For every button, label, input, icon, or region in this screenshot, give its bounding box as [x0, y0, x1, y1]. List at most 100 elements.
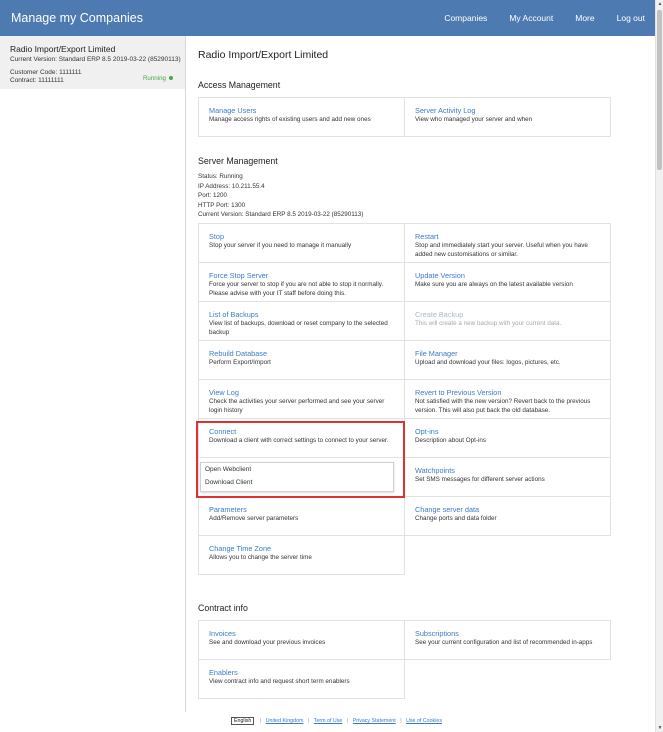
card-desc: Upload and download your files: logos, p… — [415, 359, 561, 366]
section-title-contract: Contract info — [198, 603, 248, 613]
card-force-stop-server[interactable]: Force Stop Server Force your server to s… — [198, 262, 405, 302]
card-title[interactable]: List of Backups — [209, 310, 404, 319]
card-desc: Perform Export/Import — [209, 359, 271, 366]
app-title[interactable]: Manage my Companies — [11, 11, 143, 25]
card-opt-ins[interactable]: Opt-ins Description about Opt-ins — [404, 418, 611, 458]
card-title[interactable]: Restart — [415, 232, 610, 241]
card-desc: Allows you to change the server time — [209, 554, 312, 561]
card-title[interactable]: Parameters — [209, 505, 404, 514]
card-desc: Not satisfied with the new version? Reve… — [415, 398, 591, 414]
page-scrollbar[interactable]: ▲ ▼ — [655, 0, 663, 732]
card-title[interactable]: Rebuild Database — [209, 349, 404, 358]
card-desc: Download a client with correct settings … — [209, 437, 389, 444]
card-title[interactable]: Server Activity Log — [415, 106, 610, 115]
menu-item-download-client[interactable]: Download Client — [201, 476, 393, 489]
footer-link-terms[interactable]: Term of Use — [314, 718, 343, 724]
card-desc: Set SMS messages for different server ac… — [415, 476, 545, 483]
card-title[interactable]: Invoices — [209, 629, 404, 638]
nav-my-account[interactable]: My Account — [509, 13, 553, 23]
card-server-activity-log[interactable]: Server Activity Log View who managed you… — [404, 97, 611, 137]
nav-menu: Companies My Account More Log out — [422, 0, 645, 36]
card-title[interactable]: Change server data — [415, 505, 610, 514]
card-title[interactable]: Connect — [209, 427, 404, 436]
footer-separator: | — [400, 718, 402, 724]
card-title[interactable]: Update Version — [415, 271, 610, 280]
card-title[interactable]: File Manager — [415, 349, 610, 358]
server-ip: IP Address: 10.211.55.4 — [198, 182, 265, 190]
status-badge: Running — [143, 75, 173, 82]
card-list-of-backups[interactable]: List of Backups View list of backups, do… — [198, 301, 405, 341]
card-desc: View contract info and request short ter… — [209, 678, 350, 685]
language-selector[interactable]: English — [231, 717, 255, 725]
card-desc: View who managed your server and when — [415, 116, 533, 123]
server-status: Status: Running — [198, 173, 243, 180]
card-manage-users[interactable]: Manage Users Manage access rights of exi… — [198, 97, 405, 137]
card-desc: Check the activities your server perform… — [209, 398, 385, 414]
card-title[interactable]: Enablers — [209, 668, 404, 677]
card-title[interactable]: Watchpoints — [415, 466, 610, 475]
connect-dropdown-menu: Open Webclient Download Client — [200, 462, 394, 492]
card-title[interactable]: Revert to Previous Version — [415, 388, 610, 397]
footer-separator: | — [307, 718, 310, 724]
sidebar: Radio Import/Export Limited Current Vers… — [0, 36, 186, 712]
card-title[interactable]: Opt-ins — [415, 427, 610, 436]
footer-link-privacy[interactable]: Privacy Statement — [353, 718, 396, 724]
server-version: Current Version: Standard ERP 8.5 2019-0… — [198, 211, 364, 218]
card-desc: Change ports and data folder — [415, 515, 497, 522]
menu-item-open-webclient[interactable]: Open Webclient — [201, 463, 393, 476]
card-title[interactable]: View Log — [209, 388, 404, 397]
scroll-down-icon[interactable]: ▼ — [657, 725, 663, 731]
footer-separator: | — [259, 718, 262, 724]
top-nav-bar: Manage my Companies Companies My Account… — [0, 0, 655, 36]
card-title[interactable]: Manage Users — [209, 106, 404, 115]
status-dot-icon — [169, 76, 173, 81]
scroll-up-icon[interactable]: ▲ — [657, 1, 663, 7]
card-desc: View list of backups, download or reset … — [209, 320, 388, 336]
card-create-backup: Create Backup This will create a new bac… — [404, 301, 611, 341]
card-enablers[interactable]: Enablers View contract info and request … — [198, 659, 405, 699]
card-desc: See and download your previous invoices — [209, 639, 326, 646]
card-change-time-zone[interactable]: Change Time Zone Allows you to change th… — [198, 535, 405, 575]
card-connect[interactable]: Connect Download a client with correct s… — [198, 418, 405, 458]
card-desc: Stop your server if you need to manage i… — [209, 242, 352, 249]
status-text: Running — [142, 75, 166, 82]
card-desc: Add/Remove server parameters — [209, 515, 299, 522]
card-desc: Make sure you are always on the latest a… — [415, 281, 573, 288]
card-title[interactable]: Stop — [209, 232, 404, 241]
card-view-log[interactable]: View Log Check the activities your serve… — [198, 379, 405, 419]
nav-more[interactable]: More — [575, 13, 594, 23]
server-http-port: HTTP Port: 1300 — [198, 201, 246, 209]
footer-link-country[interactable]: United Kingdom — [266, 718, 304, 724]
footer-separator: | — [346, 718, 349, 724]
server-grid: Stop Stop your server if you need to man… — [198, 223, 611, 575]
card-title[interactable]: Change Time Zone — [209, 544, 404, 553]
card-stop[interactable]: Stop Stop your server if you need to man… — [198, 223, 405, 263]
card-invoices[interactable]: Invoices See and download your previous … — [198, 620, 405, 660]
nav-log-out[interactable]: Log out — [617, 13, 645, 23]
card-file-manager[interactable]: File Manager Upload and download your fi… — [404, 340, 611, 380]
card-change-server-data[interactable]: Change server data Change ports and data… — [404, 496, 611, 536]
card-subscriptions[interactable]: Subscriptions See your current configura… — [404, 620, 611, 660]
card-title[interactable]: Subscriptions — [415, 629, 610, 638]
card-desc: Manage access rights of existing users a… — [209, 116, 371, 123]
server-port: Port: 1200 — [198, 192, 228, 199]
card-rebuild-database[interactable]: Rebuild Database Perform Export/Import — [198, 340, 405, 380]
card-restart[interactable]: Restart Stop and immediately start your … — [404, 223, 611, 263]
section-title-access: Access Management — [198, 80, 281, 90]
card-revert-previous-version[interactable]: Revert to Previous Version Not satisfied… — [404, 379, 611, 419]
footer: English | United Kingdom | Term of Use |… — [231, 717, 445, 725]
card-update-version[interactable]: Update Version Make sure you are always … — [404, 262, 611, 302]
card-watchpoints[interactable]: Watchpoints Set SMS messages for differe… — [404, 457, 611, 497]
footer-link-cookies[interactable]: Use of Cookies — [406, 718, 442, 724]
section-title-server: Server Management — [198, 156, 278, 166]
sidebar-company-name: Radio Import/Export Limited — [10, 44, 116, 54]
card-title: Create Backup — [415, 310, 464, 319]
server-status-block: Status: Running IP Address: 10.211.55.4 … — [198, 172, 363, 220]
scroll-thumb[interactable] — [657, 10, 662, 170]
nav-companies[interactable]: Companies — [444, 13, 487, 23]
access-grid: Manage Users Manage access rights of exi… — [198, 97, 611, 137]
contract-grid: Invoices See and download your previous … — [198, 620, 611, 699]
card-title[interactable]: Force Stop Server — [209, 271, 404, 280]
card-parameters[interactable]: Parameters Add/Remove server parameters — [198, 496, 405, 536]
sidebar-company-item[interactable]: Radio Import/Export Limited Current Vers… — [0, 36, 185, 89]
